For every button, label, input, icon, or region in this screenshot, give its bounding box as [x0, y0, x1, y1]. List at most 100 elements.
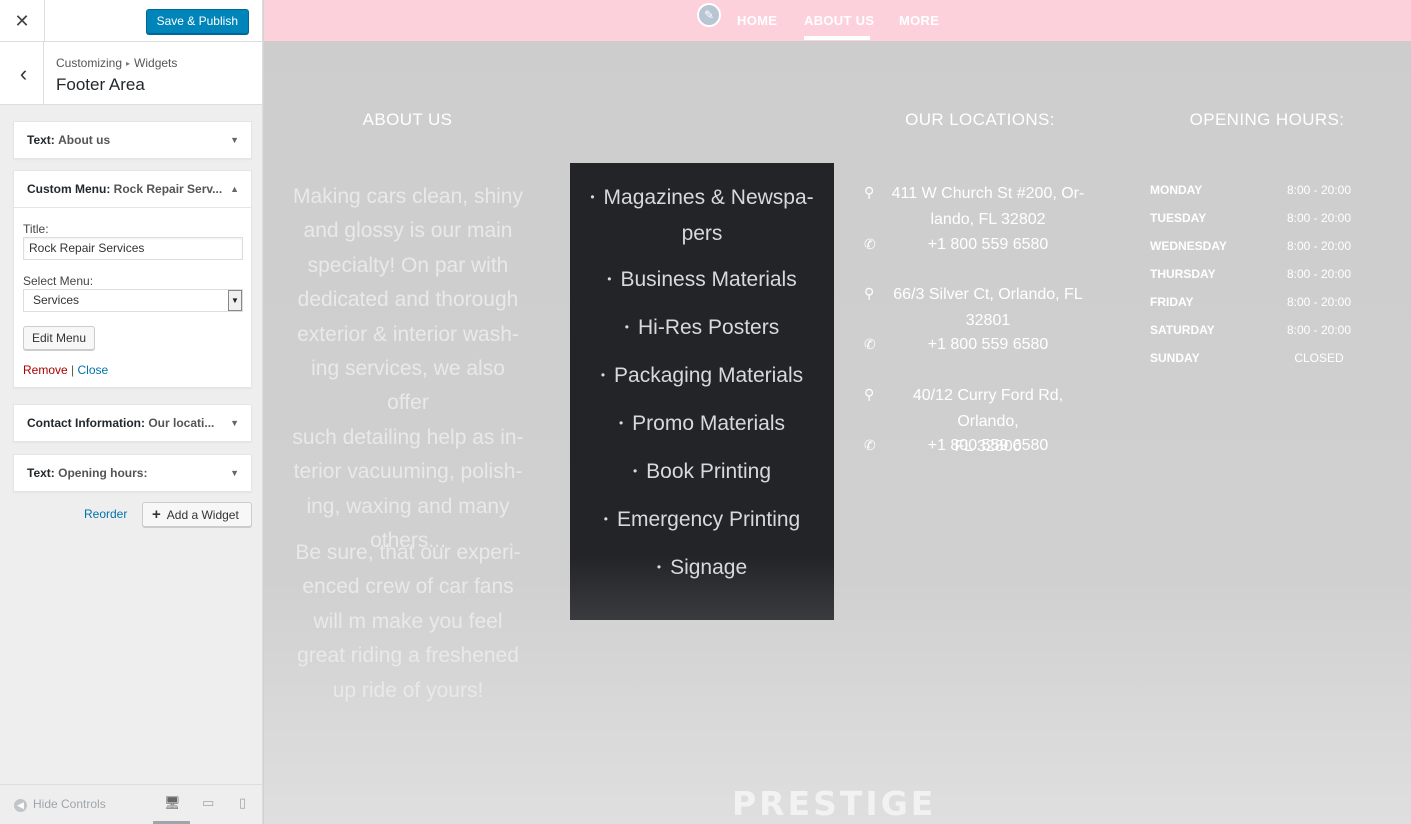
about-paragraph-2: Be sure, that our experi- enced crew of …: [288, 536, 528, 708]
location-address: 411 W Church St #200, Or- lando, FL 3280…: [880, 181, 1096, 232]
text-line: exterior & interior wash-: [297, 322, 519, 346]
chevron-left-icon: ‹: [19, 60, 28, 86]
menu-item[interactable]: • Magazines & Newspa- pers: [570, 181, 834, 251]
text-line: and glossy is our main: [303, 219, 513, 243]
menu-item[interactable]: • Business Materials: [570, 263, 834, 299]
remove-link[interactable]: Remove: [23, 363, 68, 377]
expand-arrow-icon[interactable]: ▼: [230, 405, 239, 441]
hours-time: 8:00 - 20:00: [1286, 295, 1352, 309]
location-address: 66/3 Silver Ct, Orlando, FL 32801: [880, 282, 1096, 333]
customizer-sidebar: ✕ Save & Publish ‹ Customizing ▸ Widgets F…: [0, 0, 263, 824]
collapse-arrow-icon[interactable]: ▲: [230, 171, 239, 207]
desktop-icon[interactable]: 🖥: [164, 795, 181, 811]
widget-custom-menu: Custom Menu: Rock Repair Serv... ▲ Title…: [13, 170, 252, 388]
menu-item-label: Emergency Printing: [616, 508, 801, 531]
hours-day: SATURDAY: [1150, 323, 1215, 337]
widget-header[interactable]: Text: Opening hours: ▼: [14, 455, 251, 491]
location-phone: +1 800 559 6580: [927, 336, 1049, 353]
widget-contact-info: Contact Information: Our locati... ▼: [13, 404, 252, 442]
bullet-icon: •: [603, 512, 608, 526]
site-preview: ✎ HOME ABOUT US MORE ABOUT US OUR LOCATI…: [264, 0, 1411, 824]
widget-header[interactable]: Custom Menu: Rock Repair Serv... ▲: [14, 171, 251, 207]
hours-time: 8:00 - 20:00: [1286, 267, 1352, 281]
hide-controls-button[interactable]: ◀ Hide Controls: [14, 797, 106, 812]
edit-menu-button[interactable]: Edit Menu: [23, 326, 96, 350]
menu-item[interactable]: • Hi-Res Posters: [570, 311, 834, 347]
hours-row: MONDAY 8:00 - 20:00: [1150, 183, 1354, 203]
reorder-link[interactable]: Reorder: [84, 507, 127, 521]
hours-time: 8:00 - 20:00: [1286, 239, 1352, 253]
bullet-icon: •: [607, 272, 612, 286]
text-line: Making cars clean, shiny: [293, 185, 523, 208]
hours-day: WEDNESDAY: [1150, 239, 1227, 253]
locations-heading: OUR LOCATIONS:: [905, 110, 1055, 129]
menu-item-label: Business Materials: [620, 268, 797, 291]
bullet-icon: •: [600, 368, 606, 382]
hours-row: TUESDAY 8:00 - 20:00: [1150, 211, 1354, 231]
text-line: will m make you feel: [313, 609, 503, 633]
menu-item[interactable]: • Book Printing: [570, 455, 834, 491]
widget-header[interactable]: Contact Information: Our locati... ▼: [14, 405, 251, 441]
phone-icon: ✆: [864, 437, 876, 453]
back-button[interactable]: ‹: [0, 42, 44, 105]
bullet-icon: •: [590, 190, 595, 204]
add-widget-button[interactable]: + Add a Widget: [142, 502, 252, 527]
nav-more[interactable]: MORE: [899, 13, 939, 28]
hours-day: TUESDAY: [1150, 211, 1207, 225]
breadcrumb-arrow-icon: ▸: [126, 59, 131, 68]
text-line: specialty! On par with: [307, 253, 509, 277]
mobile-icon[interactable]: ▯: [239, 795, 246, 811]
expand-arrow-icon[interactable]: ▼: [230, 455, 239, 491]
widget-title: Our locati...: [148, 416, 215, 430]
widget-title: About us: [58, 133, 111, 147]
save-publish-button[interactable]: Save & Publish: [145, 9, 249, 34]
address-line: lando, FL 32802: [930, 210, 1046, 228]
menu-item[interactable]: • Emergency Printing: [570, 503, 834, 539]
menu-item-label: Packaging Materials: [614, 364, 804, 387]
tablet-icon[interactable]: ▭: [202, 795, 214, 811]
about-us-heading: ABOUT US: [362, 110, 453, 129]
widget-actions: Remove | Close: [23, 363, 242, 377]
breadcrumb-child: Widgets: [134, 56, 178, 70]
menu-item-label: Promo Materials: [632, 412, 786, 435]
brand-logo: PRESTIGE: [732, 784, 937, 823]
services-menu: • Magazines & Newspa- pers • Business Mate…: [570, 163, 834, 620]
expand-arrow-icon[interactable]: ▼: [230, 122, 239, 158]
title-input[interactable]: Rock Repair Services: [23, 237, 243, 260]
text-line: ing services, we also offer: [311, 357, 505, 415]
close-link[interactable]: Close: [78, 363, 109, 377]
nav-home[interactable]: HOME: [737, 13, 777, 28]
close-icon: ✕: [14, 10, 30, 31]
hours-time: 8:00 - 20:00: [1286, 323, 1352, 337]
menu-item[interactable]: • Signage: [570, 551, 834, 587]
select-menu-label: Select Menu:: [23, 274, 94, 288]
hours-time: CLOSED: [1294, 351, 1344, 365]
widget-text-about: Text: About us ▼: [13, 121, 252, 159]
hours-row: THURSDAY 8:00 - 20:00: [1150, 267, 1354, 287]
widget-type: Text:: [27, 133, 55, 147]
opening-hours-heading: OPENING HOURS:: [1189, 110, 1345, 129]
section-title: Footer Area: [56, 75, 145, 94]
nav-active-indicator: [804, 36, 870, 40]
dropdown-arrow-icon[interactable]: ▼: [228, 290, 242, 311]
plus-icon: +: [152, 506, 161, 523]
bullet-icon: •: [632, 464, 638, 478]
hours-row: FRIDAY 8:00 - 20:00: [1150, 295, 1354, 315]
hide-controls-label: Hide Controls: [33, 797, 106, 811]
menu-item[interactable]: • Promo Materials: [570, 407, 834, 443]
menu-item[interactable]: • Packaging Materials: [570, 359, 834, 395]
menu-item-label: Signage: [670, 556, 748, 579]
widget-header[interactable]: Text: About us ▼: [14, 122, 251, 158]
site-navbar: ✎ HOME ABOUT US MORE: [264, 0, 1411, 41]
map-pin-icon: ⚲: [864, 285, 875, 301]
map-pin-icon: ⚲: [864, 386, 875, 402]
edit-pencil-icon[interactable]: ✎: [697, 3, 721, 27]
nav-about-us[interactable]: ABOUT US: [804, 13, 874, 28]
text-line: Be sure, that our experi-: [295, 541, 521, 564]
close-customizer-button[interactable]: ✕: [0, 0, 45, 42]
location-phone: +1 800 559 6580: [927, 437, 1049, 454]
select-menu-dropdown[interactable]: Services ▼: [23, 289, 243, 312]
title-label: Title:: [23, 222, 49, 236]
hours-time: 8:00 - 20:00: [1286, 211, 1352, 225]
hours-day: MONDAY: [1150, 183, 1203, 197]
